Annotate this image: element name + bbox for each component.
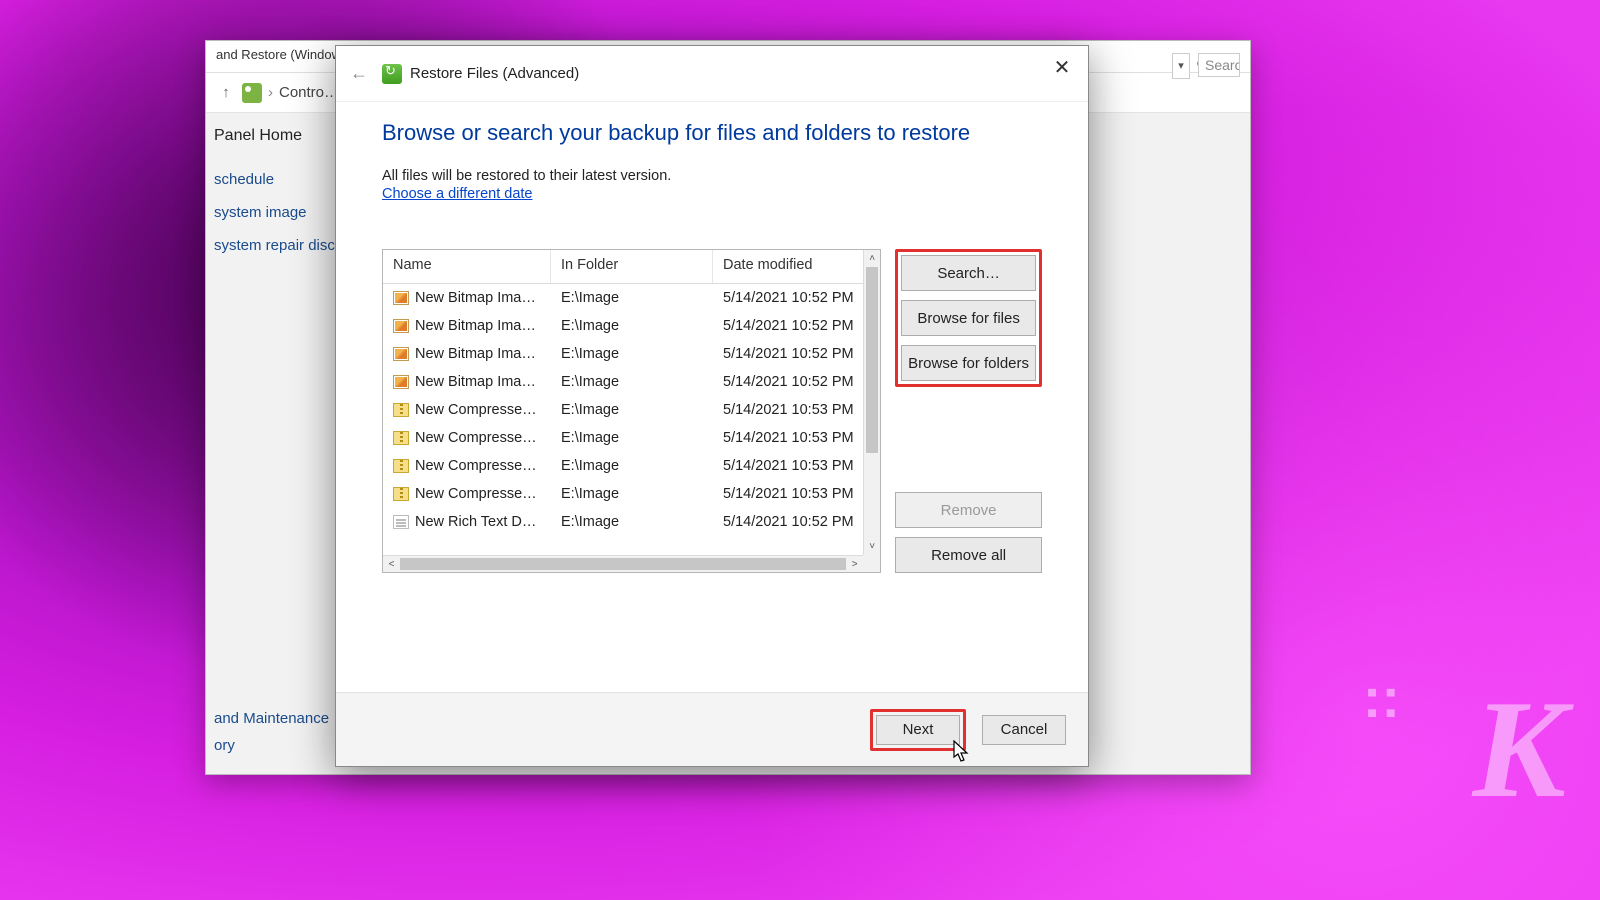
file-folder: E:\Image [551,486,713,502]
file-folder: E:\Image [551,402,713,418]
file-date: 5/14/2021 10:52 PM [713,374,880,390]
next-button[interactable]: Next [876,715,960,745]
search-button[interactable]: Search… [901,255,1036,291]
side-actions: Search… Browse for files Browse for fold… [895,249,1042,573]
watermark-dots: :: [1363,665,1400,730]
breadcrumb-separator: › [268,84,273,101]
table-row[interactable]: New Rich Text D… E:\Image5/14/2021 10:52 … [383,508,880,536]
table-row[interactable]: New Bitmap Ima… E:\Image5/14/2021 10:52 P… [383,340,880,368]
file-date: 5/14/2021 10:53 PM [713,430,880,446]
file-type-icon [393,375,409,389]
cancel-button[interactable]: Cancel [982,715,1066,745]
table-row[interactable]: New Compresse… E:\Image5/14/2021 10:53 PM [383,480,880,508]
scroll-down-icon[interactable]: ˅ [864,538,880,555]
file-folder: E:\Image [551,346,713,362]
watermark-k: K [1473,669,1560,830]
scroll-up-icon[interactable]: ˄ [864,250,880,267]
search-input[interactable]: Search [1198,53,1240,77]
file-name: New Bitmap Ima… [415,290,536,306]
file-folder: E:\Image [551,430,713,446]
restore-icon [382,64,402,84]
file-folder: E:\Image [551,514,713,530]
file-type-icon [393,347,409,361]
back-icon[interactable]: ← [350,63,368,84]
dialog-heading: Browse or search your backup for files a… [382,120,1042,146]
table-row[interactable]: New Compresse… E:\Image5/14/2021 10:53 PM [383,396,880,424]
file-date: 5/14/2021 10:53 PM [713,402,880,418]
restore-files-dialog: ✕ ← Restore Files (Advanced) Browse or s… [335,45,1089,767]
file-name: New Compresse… [415,402,537,418]
table-row[interactable]: New Bitmap Ima… E:\Image5/14/2021 10:52 P… [383,368,880,396]
table-row[interactable]: New Compresse… E:\Image5/14/2021 10:53 PM [383,452,880,480]
file-date: 5/14/2021 10:52 PM [713,318,880,334]
highlight-next-button: Next [870,709,966,751]
file-folder: E:\Image [551,318,713,334]
file-folder: E:\Image [551,374,713,390]
scroll-thumb[interactable] [866,267,878,453]
column-header-folder[interactable]: In Folder [551,250,713,283]
file-folder: E:\Image [551,290,713,306]
file-type-icon [393,291,409,305]
file-folder: E:\Image [551,458,713,474]
list-header: Name In Folder Date modified [383,250,880,284]
dialog-subtext: All files will be restored to their late… [382,168,1042,184]
vertical-scrollbar[interactable]: ˄ ˅ [863,250,880,555]
file-type-icon [393,515,409,529]
remove-all-button[interactable]: Remove all [895,537,1042,573]
restore-file-list[interactable]: Name In Folder Date modified New Bitmap … [382,249,881,573]
control-panel-icon [242,83,262,103]
file-date: 5/14/2021 10:52 PM [713,290,880,306]
table-row[interactable]: New Compresse… E:\Image5/14/2021 10:53 PM [383,424,880,452]
file-type-icon [393,487,409,501]
dialog-footer: Next Cancel [336,692,1088,766]
file-type-icon [393,403,409,417]
file-name: New Compresse… [415,430,537,446]
close-button[interactable]: ✕ [1042,52,1082,84]
breadcrumb[interactable]: Contro… [279,84,339,101]
file-date: 5/14/2021 10:52 PM [713,346,880,362]
list-rows: New Bitmap Ima…E:\Image5/14/2021 10:52 P… [383,284,880,572]
dialog-title: Restore Files (Advanced) [410,65,579,82]
scroll-left-icon[interactable]: ˂ [383,556,400,573]
file-name: New Bitmap Ima… [415,374,536,390]
scroll-corner [863,555,880,572]
hscroll-thumb[interactable] [400,558,846,570]
file-name: New Compresse… [415,486,537,502]
file-type-icon [393,431,409,445]
horizontal-scrollbar[interactable]: ˂ ˃ [383,555,863,572]
file-type-icon [393,319,409,333]
file-date: 5/14/2021 10:53 PM [713,458,880,474]
column-header-date[interactable]: Date modified [713,250,880,283]
browse-files-button[interactable]: Browse for files [901,300,1036,336]
file-type-icon [393,459,409,473]
dialog-titlebar: ← Restore Files (Advanced) [336,46,1088,102]
file-name: New Bitmap Ima… [415,318,536,334]
highlight-browse-buttons: Search… Browse for files Browse for fold… [895,249,1042,387]
scroll-right-icon[interactable]: ˃ [846,556,863,573]
file-name: New Bitmap Ima… [415,346,536,362]
file-name: New Compresse… [415,458,537,474]
file-date: 5/14/2021 10:53 PM [713,486,880,502]
table-row[interactable]: New Bitmap Ima… E:\Image5/14/2021 10:52 P… [383,284,880,312]
remove-button[interactable]: Remove [895,492,1042,528]
address-dropdown-icon[interactable]: ▾ [1172,53,1190,79]
table-row[interactable]: New Bitmap Ima… E:\Image5/14/2021 10:52 P… [383,312,880,340]
browse-folders-button[interactable]: Browse for folders [901,345,1036,381]
file-date: 5/14/2021 10:52 PM [713,514,880,530]
nav-up-icon[interactable]: ↑ [216,84,236,101]
choose-date-link[interactable]: Choose a different date [382,186,532,202]
file-name: New Rich Text D… [415,514,536,530]
column-header-name[interactable]: Name [383,250,551,283]
